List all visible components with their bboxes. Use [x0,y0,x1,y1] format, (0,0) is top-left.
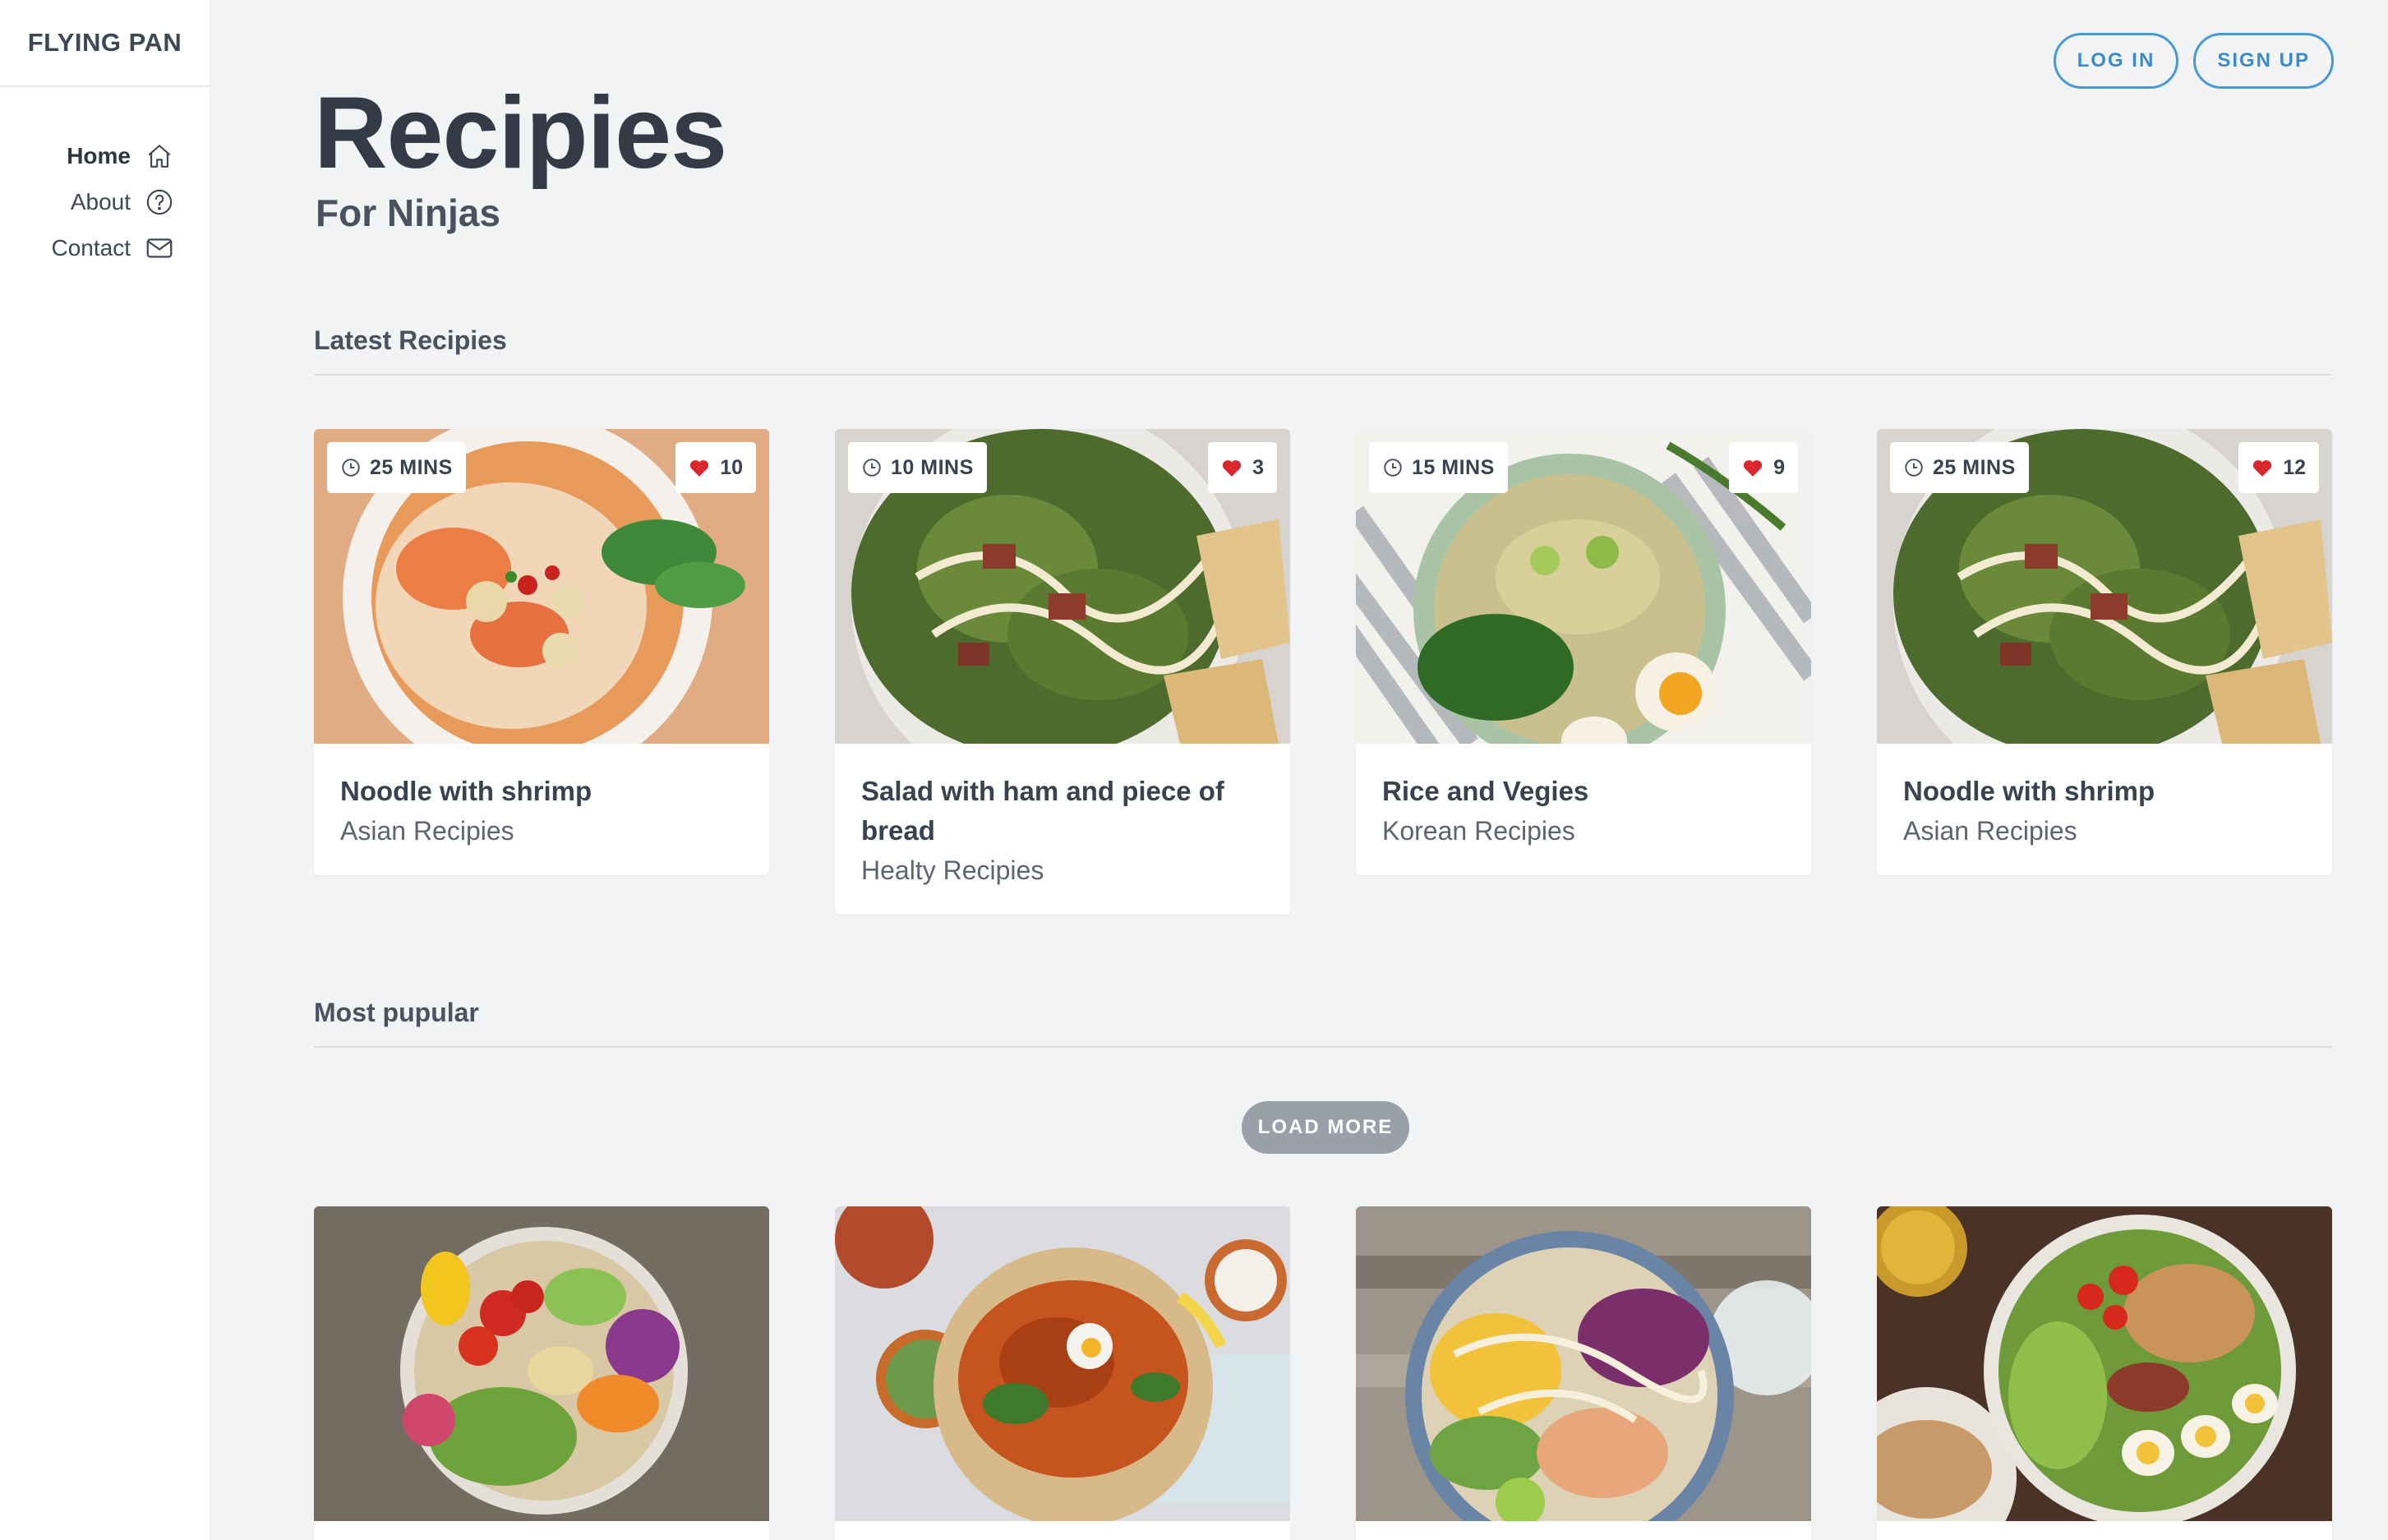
home-icon [144,141,175,172]
recipe-card[interactable] [1877,1206,2332,1540]
recipe-card[interactable]: 25 MINS 10 Noodle with shrimp Asian Reci… [314,429,769,875]
likes-count: 10 [720,455,743,479]
time-label: 10 MINS [891,455,974,479]
noodle-shrimp-photo: 25 MINS 10 [314,429,769,744]
recipe-card[interactable] [1356,1206,1811,1540]
nav-item-label: About [70,189,131,214]
salad-ham-photo: 10 MINS 3 [835,429,1290,744]
time-label: 25 MINS [370,455,453,479]
time-badge: 15 MINS [1369,442,1508,493]
sweet-potato-fries-photo [835,1206,1290,1521]
clock-icon [1384,459,1402,477]
help-circle-icon [144,187,175,218]
heart-icon [690,460,709,477]
signup-button[interactable]: SIGN UP [2193,33,2334,89]
card-body: Noodle with shrimp Asian Recipies [1877,744,2332,875]
section-divider [314,374,2332,376]
clock-icon [863,459,881,477]
likes-count: 3 [1252,455,1264,479]
heart-icon [1744,460,1763,477]
heart-icon [2253,460,2272,477]
section-divider [314,1046,2332,1048]
time-label: 15 MINS [1412,455,1495,479]
nav-item-label: Home [67,143,131,168]
recipe-title[interactable]: Noodle with shrimp [340,772,743,811]
nav-item-label: Contact [51,235,131,261]
login-button[interactable]: LOG IN [2053,33,2179,89]
cobb-salad-photo [1877,1206,2332,1521]
recipe-title[interactable]: Rice and Vegies [1382,772,1785,811]
mail-icon [144,233,175,264]
likes-count: 12 [2283,455,2306,479]
clock-icon [342,459,360,477]
time-badge: 10 MINS [848,442,987,493]
nav-item-contact[interactable]: Contact [52,225,176,271]
page-subtitle: For Ninjas [316,191,500,234]
likes-badge[interactable]: 12 [2238,442,2319,493]
time-label: 25 MINS [1933,455,2016,479]
likes-badge[interactable]: 3 [1208,442,1277,493]
recipe-card[interactable]: 15 MINS 9 Rice and Vegies Korean Recipie… [1356,429,1811,875]
recipe-category: Asian Recipies [340,816,514,846]
recipe-category: Korean Recipies [1382,816,1575,846]
salad-ham-photo: 25 MINS 12 [1877,429,2332,744]
heart-icon [1223,460,1242,477]
buddha-bowl-photo [314,1206,769,1521]
recipe-category: Asian Recipies [1903,816,2077,846]
nav-item-home[interactable]: Home [67,133,175,179]
shrimp-bowl-photo [1356,1206,1811,1521]
page-title: Recipies [314,76,727,190]
likes-badge[interactable]: 9 [1729,442,1798,493]
time-badge: 25 MINS [1890,442,2029,493]
recipe-card[interactable]: 25 MINS 12 Noodle with shrimp Asian Reci… [1877,429,2332,875]
card-body: Salad with ham and piece of bread Healty… [835,744,1290,915]
recipe-title[interactable]: Noodle with shrimp [1903,772,2306,811]
sidebar-nav: Home About Contact [0,133,210,271]
brand-logo[interactable]: FLYING PAN [0,0,210,87]
load-more-button[interactable]: LOAD MORE [1242,1101,1409,1154]
sidebar: FLYING PAN Home About Contact [0,0,210,1540]
section-title-popular: Most pupular [314,998,479,1027]
recipe-card[interactable] [835,1206,1290,1540]
likes-badge[interactable]: 10 [675,442,756,493]
recipe-card[interactable] [314,1206,769,1540]
recipe-title[interactable]: Salad with ham and piece of bread [861,772,1264,851]
auth-buttons: LOG IN SIGN UP [2053,33,2334,89]
clock-icon [1905,459,1923,477]
recipe-card[interactable]: 10 MINS 3 Salad with ham and piece of br… [835,429,1290,915]
nav-item-about[interactable]: About [71,179,175,225]
recipe-category: Healty Recipies [861,855,1044,885]
likes-count: 9 [1773,455,1785,479]
card-body: Noodle with shrimp Asian Recipies [314,744,769,875]
card-body: Rice and Vegies Korean Recipies [1356,744,1811,875]
rice-vegies-photo: 15 MINS 9 [1356,429,1811,744]
section-title-latest: Latest Recipies [314,325,507,355]
time-badge: 25 MINS [327,442,466,493]
